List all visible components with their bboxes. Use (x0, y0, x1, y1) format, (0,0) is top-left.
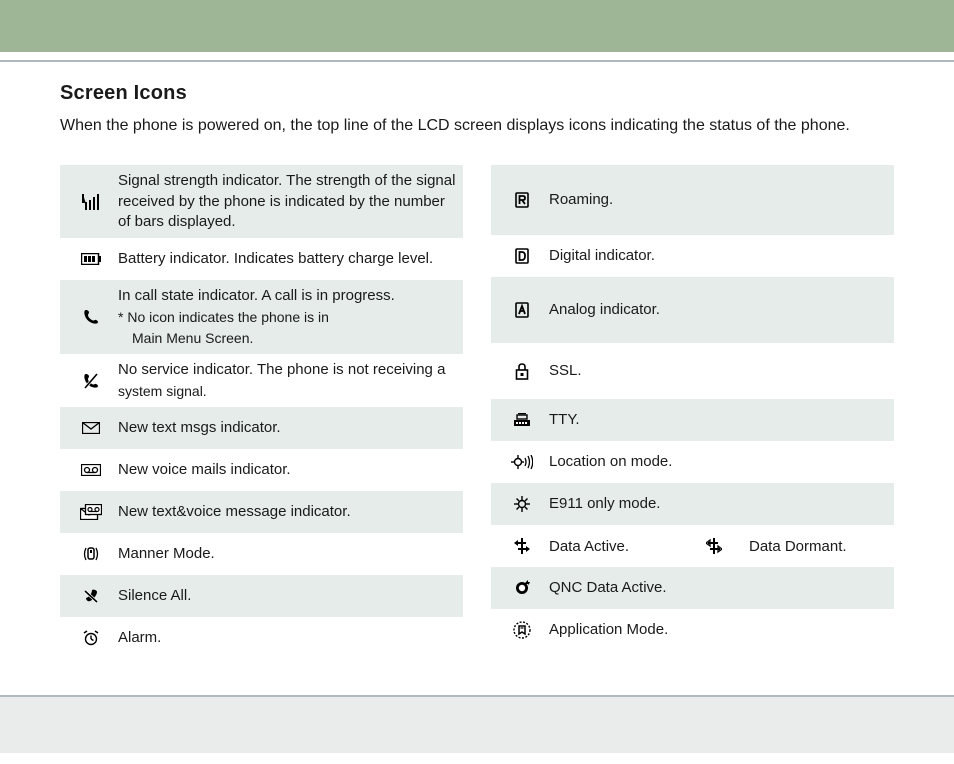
icon-table: Signal strength indicator. The strength … (60, 165, 894, 659)
no-service-line1: No service indicator. The phone is not r… (118, 361, 445, 378)
location-on-desc: Location on mode. (549, 452, 888, 472)
new-voicemail-desc: New voice mails indicator. (118, 460, 457, 480)
table-row: Application Mode. (491, 609, 894, 651)
data-dormant-icon (679, 538, 749, 554)
table-row: Location on mode. (491, 441, 894, 483)
left-column: Signal strength indicator. The strength … (60, 165, 463, 659)
new-voicemail-icon (64, 464, 118, 476)
signal-strength-desc: Signal strength indicator. The strength … (118, 171, 457, 232)
in-call-line3: Main Menu Screen. (118, 329, 457, 348)
new-text-desc: New text msgs indicator. (118, 418, 457, 438)
table-row: New voice mails indicator. (60, 449, 463, 491)
table-row: New text&voice message indicator. (60, 491, 463, 533)
tty-desc: TTY. (549, 410, 888, 430)
in-call-desc: In call state indicator. A call is in pr… (118, 286, 457, 348)
ssl-desc: SSL. (549, 361, 888, 381)
analog-indicator-icon (495, 302, 549, 318)
right-column: Roaming. Digital indicator. (491, 165, 894, 659)
top-color-band (0, 0, 954, 52)
battery-icon (64, 253, 118, 265)
data-row-pair: Data Active. Data Dormant. (549, 538, 888, 555)
table-row: SSL. (491, 343, 894, 399)
table-row: QNC Data Active. (491, 567, 894, 609)
table-row: Digital indicator. (491, 235, 894, 277)
table-row: E911 only mode. (491, 483, 894, 525)
no-service-line2: system signal. (118, 382, 457, 401)
table-row: New text msgs indicator. (60, 407, 463, 449)
silence-all-desc: Silence All. (118, 586, 457, 606)
intro-paragraph: When the phone is powered on, the top li… (60, 115, 894, 137)
e911-only-desc: E911 only mode. (549, 494, 888, 514)
bottom-color-band (0, 697, 954, 753)
signal-strength-icon (64, 194, 118, 210)
ssl-icon (495, 363, 549, 380)
digital-indicator-icon (495, 248, 549, 264)
table-row: Data Active. Data Dormant. (491, 525, 894, 567)
table-row: In call state indicator. A call is in pr… (60, 280, 463, 354)
table-row: TTY. (491, 399, 894, 441)
alarm-desc: Alarm. (118, 628, 457, 648)
in-call-line2: * No icon indicates the phone is in (118, 308, 457, 327)
table-row: Analog indicator. (491, 277, 894, 343)
new-text-icon (64, 422, 118, 434)
analog-indicator-desc: Analog indicator. (549, 300, 888, 320)
location-on-icon (495, 455, 549, 469)
table-row: No service indicator. The phone is not r… (60, 354, 463, 407)
roaming-icon (495, 192, 549, 208)
qnc-data-active-icon (495, 580, 549, 596)
application-mode-icon (495, 621, 549, 639)
manner-mode-desc: Manner Mode. (118, 544, 457, 564)
table-row: Manner Mode. (60, 533, 463, 575)
table-row: Silence All. (60, 575, 463, 617)
tty-icon (495, 413, 549, 427)
manner-mode-icon (64, 545, 118, 563)
data-active-icon (495, 538, 549, 554)
data-dormant-desc: Data Dormant. (749, 538, 879, 555)
no-service-icon (64, 373, 118, 389)
data-active-desc: Data Active. (549, 538, 679, 555)
table-row: Signal strength indicator. The strength … (60, 165, 463, 238)
text-voice-combo-desc: New text&voice message indicator. (118, 502, 457, 522)
text-voice-combo-icon (64, 504, 118, 520)
table-row: Alarm. (60, 617, 463, 659)
application-mode-desc: Application Mode. (549, 620, 888, 640)
roaming-desc: Roaming. (549, 190, 888, 210)
table-row: Battery indicator. Indicates battery cha… (60, 238, 463, 280)
page-content: Screen Icons When the phone is powered o… (0, 62, 954, 677)
silence-all-icon (64, 588, 118, 604)
in-call-line1: In call state indicator. A call is in pr… (118, 287, 395, 304)
digital-indicator-desc: Digital indicator. (549, 246, 888, 266)
section-heading: Screen Icons (60, 82, 894, 105)
qnc-data-active-desc: QNC Data Active. (549, 578, 888, 598)
alarm-icon (64, 630, 118, 646)
table-row: Roaming. (491, 165, 894, 235)
e911-only-icon (495, 496, 549, 512)
no-service-desc: No service indicator. The phone is not r… (118, 360, 457, 401)
battery-desc: Battery indicator. Indicates battery cha… (118, 249, 457, 269)
in-call-icon (64, 309, 118, 325)
